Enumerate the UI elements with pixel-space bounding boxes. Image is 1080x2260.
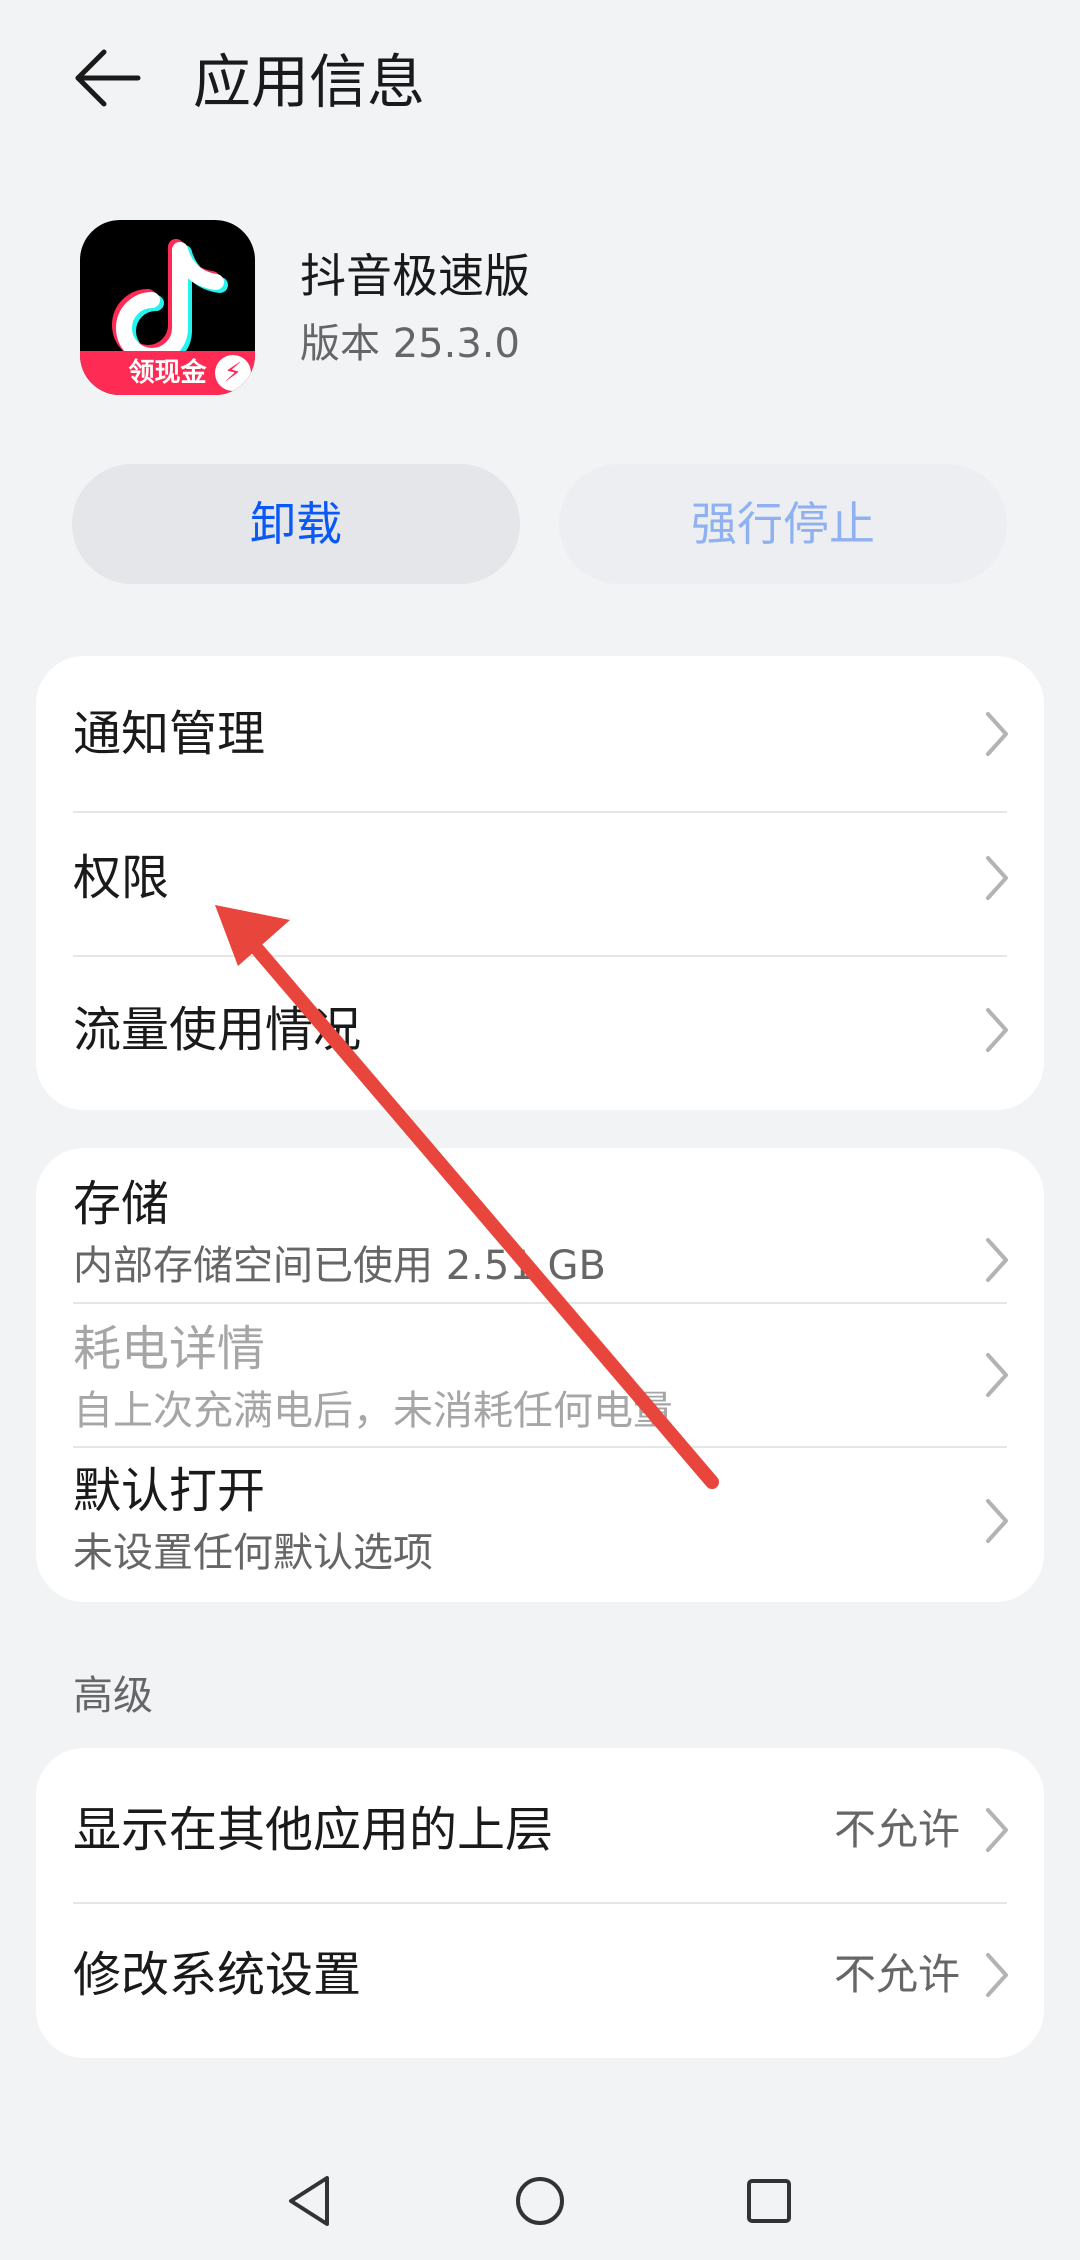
chevron-right-icon (986, 856, 1008, 900)
item-label: 耗电详情 (73, 1321, 266, 1377)
back-arrow-icon (75, 49, 141, 107)
item-subtitle: 未设置任何默认选项 (73, 1530, 433, 1576)
chevron-right-icon (986, 1499, 1008, 1543)
back-button[interactable] (62, 38, 152, 118)
chevron-right-icon (986, 1953, 1008, 1997)
chevron-right-icon (986, 1008, 1008, 1052)
nav-home-icon[interactable] (505, 2166, 575, 2236)
battery-usage-item[interactable]: 耗电详情 自上次充满电后，未消耗任何电量 (36, 1303, 1044, 1447)
app-name: 抖音极速版 (300, 249, 530, 303)
item-label: 修改系统设置 (73, 1947, 362, 2003)
item-label: 显示在其他应用的上层 (73, 1802, 554, 1858)
chevron-right-icon (986, 1808, 1008, 1852)
modify-system-settings-item[interactable]: 修改系统设置 不允许 (36, 1903, 1044, 2058)
item-value: 不允许 (833, 1950, 960, 1999)
header: 应用信息 (0, 0, 1080, 160)
open-by-default-item[interactable]: 默认打开 未设置任何默认选项 (36, 1447, 1044, 1602)
display-over-other-apps-item[interactable]: 显示在其他应用的上层 不允许 (36, 1748, 1044, 1903)
permissions-item[interactable]: 权限 (36, 812, 1044, 956)
settings-card-basic: 通知管理 权限 流量使用情况 (36, 656, 1044, 1110)
item-label: 存储 (73, 1176, 170, 1232)
lightning-icon: ⚡ (215, 355, 251, 391)
item-value: 不允许 (833, 1805, 960, 1854)
page-title: 应用信息 (193, 48, 426, 116)
storage-item[interactable]: 存储 内部存储空间已使用 2.51 GB (36, 1148, 1044, 1303)
item-label: 默认打开 (73, 1463, 266, 1519)
notification-management-item[interactable]: 通知管理 (36, 656, 1044, 812)
system-navigation-bar (0, 2140, 1080, 2260)
item-label: 权限 (73, 850, 170, 906)
app-icon: 领现金 ⚡ (80, 220, 255, 395)
chevron-right-icon (986, 1238, 1008, 1282)
nav-recents-icon[interactable] (734, 2166, 804, 2236)
data-usage-item[interactable]: 流量使用情况 (36, 956, 1044, 1110)
uninstall-button[interactable]: 卸载 (72, 464, 520, 584)
item-label: 通知管理 (73, 706, 266, 762)
item-subtitle: 内部存储空间已使用 2.51 GB (73, 1243, 606, 1289)
chevron-right-icon (986, 712, 1008, 756)
settings-card-storage: 存储 内部存储空间已使用 2.51 GB 耗电详情 自上次充满电后，未消耗任何电… (36, 1148, 1044, 1602)
settings-card-advanced: 显示在其他应用的上层 不允许 修改系统设置 不允许 (36, 1748, 1044, 2058)
section-label-advanced: 高级 (73, 1673, 153, 1719)
app-info-page: 应用信息 领现金 ⚡ 抖音极速版 版本 25.3.0 卸载 强行停止 通知管理 (0, 0, 1080, 2260)
nav-back-icon[interactable] (275, 2166, 345, 2236)
item-subtitle: 自上次充满电后，未消耗任何电量 (73, 1388, 673, 1434)
item-label: 流量使用情况 (73, 1002, 362, 1058)
force-stop-button[interactable]: 强行停止 (559, 464, 1007, 584)
app-version: 版本 25.3.0 (300, 321, 520, 367)
chevron-right-icon (986, 1353, 1008, 1397)
